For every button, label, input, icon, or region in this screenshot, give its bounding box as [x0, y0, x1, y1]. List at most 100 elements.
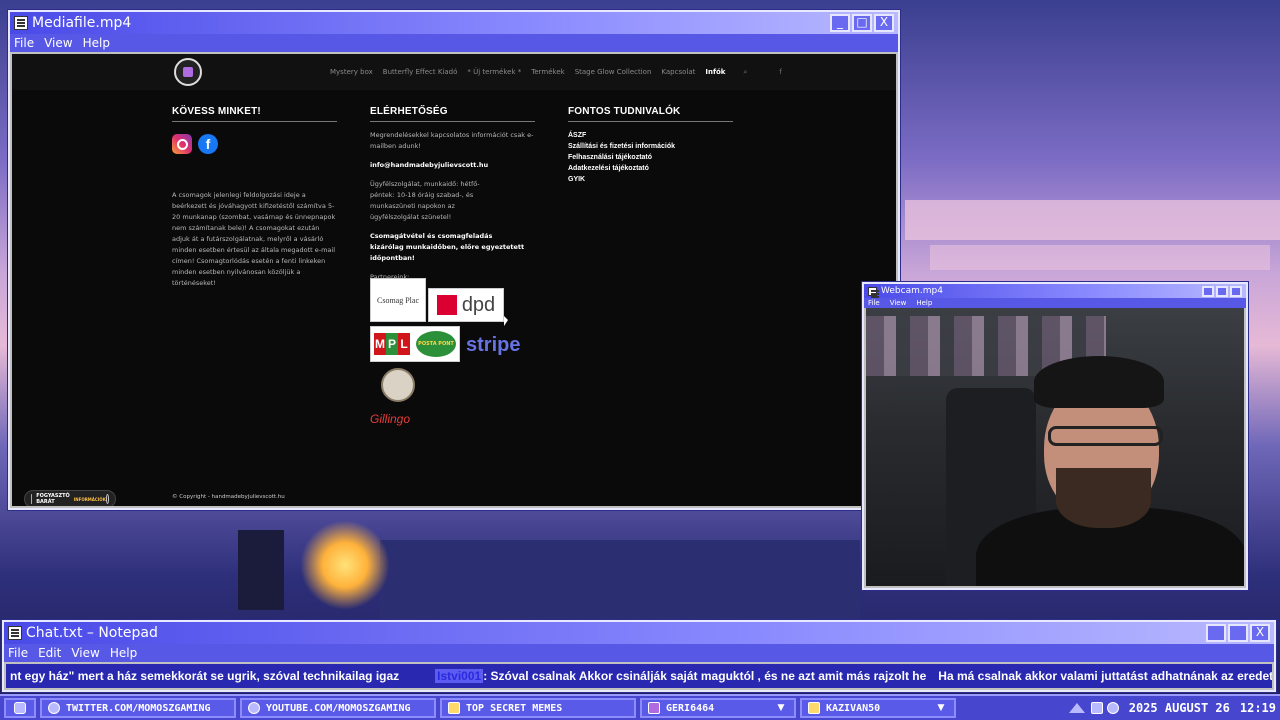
contact-hours: Ügyfélszolgálat, munkaidő: hétfő-péntek:… — [370, 180, 480, 221]
nav-info[interactable]: Infók — [705, 68, 725, 77]
menu-file[interactable]: File — [8, 646, 28, 660]
taskbar-memes[interactable]: TOP SECRET MEMES — [440, 698, 636, 718]
monitor-icon[interactable] — [1090, 702, 1103, 714]
info-column: FONTOS TUDNIVALÓK ÁSZF Szállítási és fiz… — [568, 106, 733, 185]
website-view: Mystery box Butterfly Effect Kiadó * Új … — [12, 54, 896, 506]
maximize-button[interactable]: □ — [852, 14, 872, 32]
nav-contact[interactable]: Kapcsolat — [661, 68, 695, 77]
menu-view[interactable]: View — [890, 299, 907, 307]
chevron-down-icon[interactable]: ▼ — [774, 701, 788, 715]
nav-butterfly[interactable]: Butterfly Effect Kiadó — [383, 68, 458, 77]
notepad-window: Chat.txt – Notepad X File Edit View Help… — [2, 620, 1276, 692]
nav-new-products[interactable]: * Új termékek * — [467, 68, 521, 77]
media-window: Mediafile.mp4 _ □ X File View Help Myste… — [8, 10, 900, 510]
instagram-icon[interactable] — [172, 134, 192, 154]
taskbar-user-kazivan[interactable]: KAZIVAN50 ▼ — [800, 698, 956, 718]
desktop-cloud — [905, 200, 1280, 240]
media-title: Mediafile.mp4 — [32, 15, 132, 31]
contact-email[interactable]: info@handmadebyjulievscott.hu — [370, 160, 540, 171]
partner-csomagplac-logo[interactable]: Csomag Plac — [370, 278, 426, 322]
mpl-p: P — [386, 333, 398, 355]
facebook-icon[interactable]: f — [198, 134, 218, 154]
menu-file[interactable]: File — [14, 36, 34, 50]
mpl-m: M — [374, 333, 386, 355]
taskbar-user-geri[interactable]: GERI6464 ▼ — [640, 698, 796, 718]
nav-products[interactable]: Termékek — [531, 68, 564, 77]
close-button[interactable] — [1230, 285, 1242, 297]
streamer-cap — [1034, 356, 1164, 408]
link-faq[interactable]: GYIK — [568, 174, 733, 185]
menu-view[interactable]: View — [71, 646, 99, 660]
link-privacy[interactable]: Adatkezelési tájékoztató — [568, 163, 733, 174]
dpd-cube-icon — [436, 295, 457, 315]
gear-icon — [14, 702, 26, 714]
facebook-nav-icon[interactable]: f — [779, 68, 781, 77]
menu-help[interactable]: Help — [83, 36, 110, 50]
person-icon — [31, 494, 33, 504]
clapper-icon — [14, 16, 28, 30]
minimize-button[interactable]: _ — [830, 14, 850, 32]
nav-mystery-box[interactable]: Mystery box — [330, 68, 373, 77]
menu-view[interactable]: View — [44, 36, 72, 50]
close-button[interactable]: X — [874, 14, 894, 32]
site-nav-items: Mystery box Butterfly Effect Kiadó * Új … — [330, 68, 792, 77]
system-tray: 2025 AUGUST 26 12:19 — [1068, 701, 1276, 715]
webcam-title: Webcam.mp4 — [881, 286, 943, 296]
search-icon[interactable]: ⌕ — [743, 68, 747, 77]
torch-image — [300, 520, 390, 610]
partner-dpd-logo[interactable]: dpd — [428, 288, 504, 322]
chat-message: nt egy ház" mert a ház semekkorát se ugr… — [10, 669, 400, 683]
globe-icon[interactable] — [1106, 702, 1119, 714]
partner-mpl-logo[interactable]: M P L POSTA PONT — [370, 326, 460, 362]
close-button[interactable]: X — [1250, 624, 1270, 642]
streamer-glasses — [1048, 426, 1163, 446]
consumer-friendly-badge[interactable]: FOGYASZTÓ BARÁT INFORMÁCIÓK — [24, 490, 116, 506]
webcam-video — [866, 308, 1244, 586]
menu-help[interactable]: Help — [916, 299, 932, 307]
triangle-icon[interactable] — [1068, 703, 1085, 713]
clapper-icon — [868, 286, 879, 296]
minimize-button[interactable] — [1202, 285, 1214, 297]
media-menubar: File View Help — [10, 34, 898, 52]
heart-icon — [648, 702, 660, 714]
webcam-titlebar[interactable]: Webcam.mp4 — [864, 284, 1246, 298]
mpl-l: L — [398, 333, 410, 355]
badge-line2: INFORMÁCIÓK — [73, 496, 106, 502]
postapont-logo: POSTA PONT — [416, 331, 456, 357]
start-button[interactable] — [4, 698, 36, 718]
nav-stage-glow[interactable]: Stage Glow Collection — [575, 68, 652, 77]
notepad-titlebar[interactable]: Chat.txt – Notepad X — [4, 622, 1274, 644]
link-shipping[interactable]: Szállítási és fizetési információk — [568, 141, 733, 152]
menu-help[interactable]: Help — [110, 646, 137, 660]
badge-line1: FOGYASZTÓ BARÁT — [36, 493, 70, 505]
link-aszf[interactable]: ÁSZF — [568, 130, 733, 141]
maximize-button[interactable] — [1228, 624, 1248, 642]
minimize-button[interactable] — [1206, 624, 1226, 642]
partner-round-badge-logo[interactable] — [381, 368, 415, 402]
chat-message: Ha má csalnak akkor valami juttatást adh… — [938, 669, 1272, 683]
notepad-title: Chat.txt – Notepad — [26, 625, 158, 641]
maximize-button[interactable] — [1216, 285, 1228, 297]
chevron-up-icon[interactable] — [105, 494, 109, 504]
partner-stripe-logo[interactable]: stripe — [466, 334, 520, 357]
processing-time-text: A csomagok jelenlegi feldolgozási ideje … — [172, 191, 336, 287]
taskbar: TWITTER.COM/MOMOSZGAMING YOUTUBE.COM/MOM… — [0, 694, 1280, 720]
social-icons: f — [172, 134, 337, 154]
chevron-down-icon[interactable]: ▼ — [934, 701, 948, 715]
media-titlebar[interactable]: Mediafile.mp4 _ □ X — [10, 12, 898, 34]
menu-file[interactable]: File — [868, 299, 880, 307]
site-navbar: Mystery box Butterfly Effect Kiadó * Új … — [12, 54, 896, 90]
site-logo[interactable] — [174, 58, 202, 86]
webcam-menubar: File View Help — [864, 298, 1246, 308]
link-usage[interactable]: Felhasználási tájékoztató — [568, 152, 733, 163]
taskbar-twitter[interactable]: TWITTER.COM/MOMOSZGAMING — [40, 698, 236, 718]
taskbar-youtube[interactable]: YOUTUBE.COM/MOMOSZGAMING — [240, 698, 436, 718]
mpl-letters: M P L — [374, 333, 410, 355]
menu-edit[interactable]: Edit — [38, 646, 61, 660]
chat-ticker: nt egy ház" mert a ház semekkorát se ugr… — [6, 664, 1272, 688]
contact-pickup: Csomagátvétel és csomagfeladás kizárólag… — [370, 232, 525, 262]
partner-gillingo-logo[interactable]: Gillingo — [370, 412, 410, 426]
contact-intro: Megrendelésekkel kapcsolatos információt… — [370, 131, 534, 150]
streamer-beard — [1056, 468, 1151, 528]
cloaked-figure-image — [238, 530, 284, 610]
